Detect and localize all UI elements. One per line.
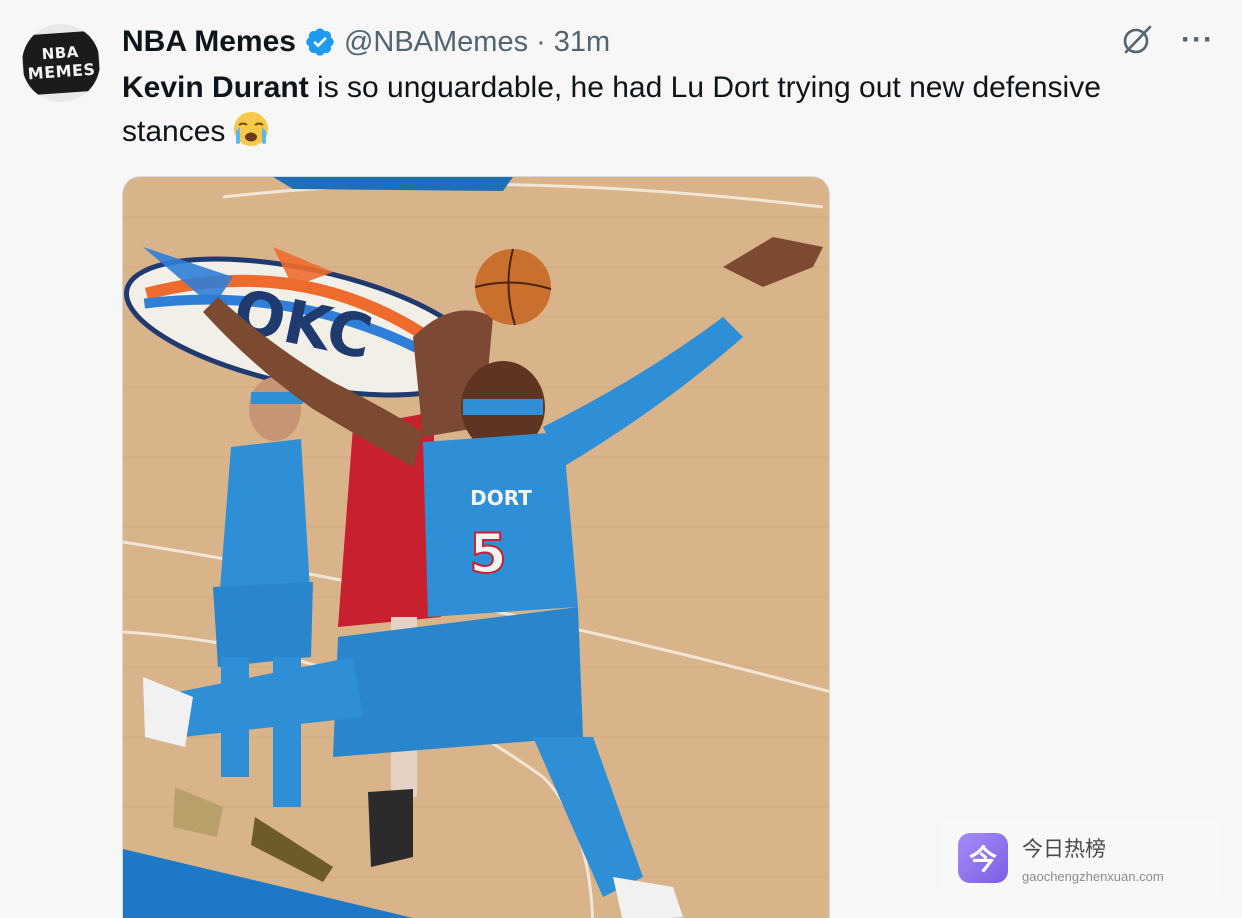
author-avatar[interactable]: NBA MEMES xyxy=(22,24,100,102)
watermark-url: gaochengzhenxuan.com xyxy=(1022,868,1164,884)
more-icon[interactable]: ··· xyxy=(1181,22,1214,58)
tweet-header: NBA Memes @NBAMemes · 31m xyxy=(122,24,610,60)
avatar-logo-line1: NBA xyxy=(41,42,80,64)
watermark-text: 今日热榜 gaochengzhenxuan.com xyxy=(1022,833,1164,884)
jersey-name: DORT xyxy=(470,486,532,510)
site-watermark: 今 今日热榜 gaochengzhenxuan.com xyxy=(942,818,1222,898)
jersey-number: 5 xyxy=(469,522,507,585)
tweet-timestamp[interactable]: 31m xyxy=(554,26,610,59)
basketball-photo: OKC DORT 5 xyxy=(123,177,829,918)
avatar-logo-line2: MEMES xyxy=(27,59,97,84)
avatar-logo: NBA MEMES xyxy=(22,30,100,96)
author-display-name[interactable]: NBA Memes xyxy=(122,25,296,59)
tweet-card[interactable]: NBA MEMES NBA Memes @NBAMemes · 31m ··· … xyxy=(0,0,1242,918)
tweet-text: Kevin Durant is so unguardable, he had L… xyxy=(122,66,1202,153)
author-handle[interactable]: @NBAMemes xyxy=(344,26,528,59)
tweet-text-bold-name: Kevin Durant xyxy=(122,71,309,104)
watermark-logo-icon: 今 xyxy=(958,833,1008,883)
tweet-media-image[interactable]: OKC DORT 5 xyxy=(122,176,830,918)
tweet-actions: ··· xyxy=(1119,22,1214,58)
grok-icon[interactable] xyxy=(1119,22,1155,58)
crying-face-emoji-icon xyxy=(234,112,269,146)
watermark-title: 今日热榜 xyxy=(1022,836,1106,861)
header-separator: · xyxy=(536,25,546,58)
verified-badge-icon[interactable] xyxy=(304,26,336,58)
